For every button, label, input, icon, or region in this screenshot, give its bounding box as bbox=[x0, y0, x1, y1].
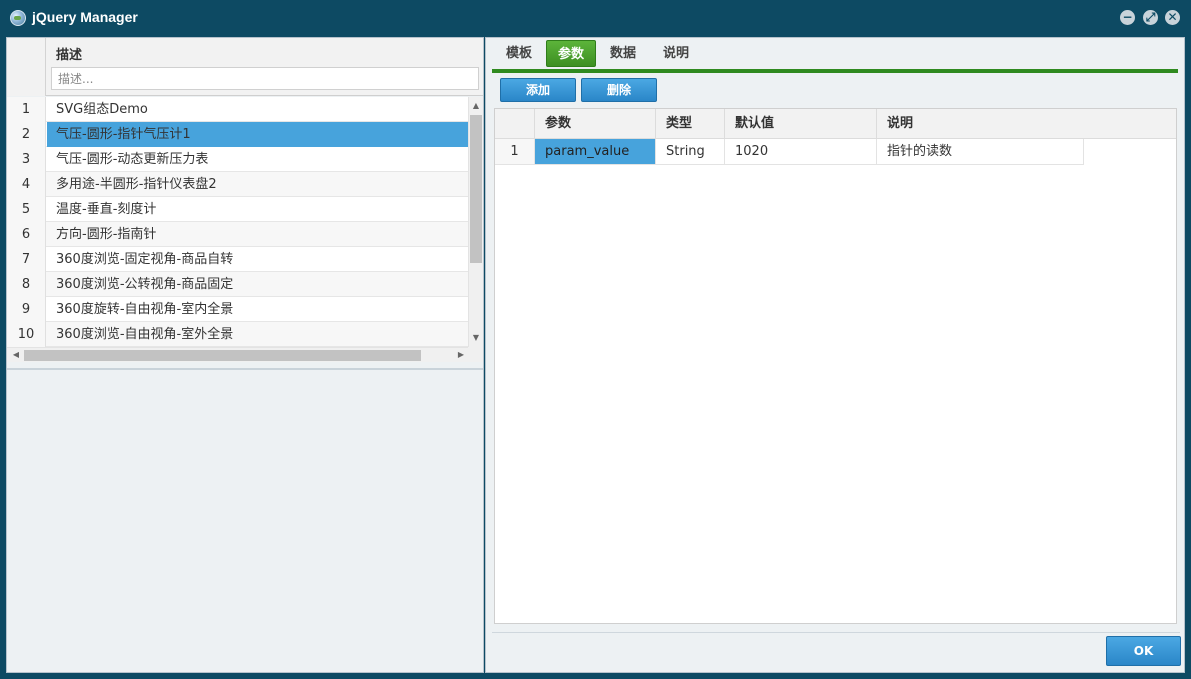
row-description: 方向-圆形-指南针 bbox=[56, 227, 157, 242]
maximize-button[interactable]: ⤢ bbox=[1143, 10, 1158, 25]
row-number-header bbox=[495, 109, 535, 139]
tab-template[interactable]: 模板 bbox=[499, 40, 539, 67]
close-button[interactable]: ✕ bbox=[1165, 10, 1180, 25]
row-number: 5 bbox=[7, 197, 46, 222]
row-description: 气压-圆形-指针气压计1 bbox=[47, 122, 468, 147]
list-item[interactable]: 1 SVG组态Demo bbox=[7, 97, 468, 122]
table-row[interactable]: 1 param_value String 1020 指针的读数 bbox=[495, 139, 1084, 165]
cell-type[interactable]: String bbox=[656, 139, 725, 164]
ok-button[interactable]: OK bbox=[1106, 636, 1181, 666]
horizontal-scrollbar[interactable]: ◀ ▶ bbox=[7, 347, 468, 362]
cell-desc[interactable]: 指针的读数 bbox=[877, 139, 1084, 164]
row-number: 7 bbox=[7, 247, 46, 272]
row-description: SVG组态Demo bbox=[56, 102, 148, 117]
scroll-down-arrow-icon[interactable]: ▼ bbox=[469, 331, 483, 345]
list-item[interactable]: 3 气压-圆形-动态更新压力表 bbox=[7, 147, 468, 172]
row-number: 10 bbox=[7, 322, 46, 347]
scrollbar-corner bbox=[468, 347, 483, 362]
list-item[interactable]: 7 360度浏览-固定视角-商品自转 bbox=[7, 247, 468, 272]
column-header-type[interactable]: 类型 bbox=[656, 109, 725, 139]
row-number: 1 bbox=[495, 139, 535, 164]
row-number: 4 bbox=[7, 172, 46, 197]
row-description: 多用途-半圆形-指针仪表盘2 bbox=[56, 177, 217, 192]
list-divider bbox=[7, 368, 483, 370]
list-grid-header: 描述 bbox=[7, 38, 483, 96]
jquery-manager-window: jQuery Manager − ⤢ ✕ 描述 1 SVG组态Demo 2 气压… bbox=[0, 0, 1191, 679]
row-description: 360度浏览-公转视角-商品固定 bbox=[56, 277, 234, 292]
tab-strip-underline bbox=[492, 69, 1178, 73]
column-header-desc[interactable]: 说明 bbox=[877, 109, 1083, 139]
horizontal-scroll-thumb[interactable] bbox=[24, 350, 421, 361]
column-header-param[interactable]: 参数 bbox=[535, 109, 656, 139]
scroll-left-arrow-icon[interactable]: ◀ bbox=[9, 348, 23, 362]
list-item[interactable]: 6 方向-圆形-指南针 bbox=[7, 222, 468, 247]
column-header-description[interactable]: 描述 bbox=[56, 44, 82, 63]
template-list: 1 SVG组态Demo 2 气压-圆形-指针气压计1 3 气压-圆形-动态更新压… bbox=[7, 97, 468, 347]
cell-param[interactable]: param_value bbox=[535, 139, 656, 164]
row-number: 1 bbox=[7, 97, 46, 122]
details-panel: 模板 参数 数据 说明 添加 删除 参数 类型 默认值 说明 1 param_v… bbox=[485, 37, 1185, 673]
list-item[interactable]: 4 多用途-半圆形-指针仪表盘2 bbox=[7, 172, 468, 197]
vertical-scrollbar[interactable]: ▲ ▼ bbox=[468, 97, 483, 347]
vertical-scroll-thumb[interactable] bbox=[470, 115, 482, 263]
row-description: 360度浏览-固定视角-商品自转 bbox=[56, 252, 234, 267]
row-number: 3 bbox=[7, 147, 46, 172]
params-table-header: 参数 类型 默认值 说明 bbox=[495, 109, 1176, 139]
list-item[interactable]: 10 360度浏览-自由视角-室外全景 bbox=[7, 322, 468, 347]
row-number: 8 bbox=[7, 272, 46, 297]
footer-divider bbox=[492, 632, 1180, 633]
list-item[interactable]: 5 温度-垂直-刻度计 bbox=[7, 197, 468, 222]
description-filter-input[interactable] bbox=[51, 67, 479, 90]
tab-data[interactable]: 数据 bbox=[603, 40, 643, 67]
template-list-panel: 描述 1 SVG组态Demo 2 气压-圆形-指针气压计1 3 气压-圆形-动态… bbox=[6, 37, 484, 673]
column-header-default[interactable]: 默认值 bbox=[725, 109, 877, 139]
row-description: 360度旋转-自由视角-室内全景 bbox=[56, 302, 234, 317]
scroll-right-arrow-icon[interactable]: ▶ bbox=[454, 348, 468, 362]
list-item[interactable]: 8 360度浏览-公转视角-商品固定 bbox=[7, 272, 468, 297]
row-number: 9 bbox=[7, 297, 46, 322]
list-item[interactable]: 9 360度旋转-自由视角-室内全景 bbox=[7, 297, 468, 322]
scroll-up-arrow-icon[interactable]: ▲ bbox=[469, 99, 483, 113]
params-table: 参数 类型 默认值 说明 1 param_value String 1020 指… bbox=[494, 108, 1177, 624]
row-number-header bbox=[7, 38, 46, 96]
title-bar: jQuery Manager − ⤢ ✕ bbox=[0, 0, 1191, 36]
add-button[interactable]: 添加 bbox=[500, 78, 576, 102]
list-item-selected[interactable]: 2 气压-圆形-指针气压计1 bbox=[7, 122, 468, 147]
row-description: 温度-垂直-刻度计 bbox=[56, 202, 157, 217]
delete-button[interactable]: 删除 bbox=[581, 78, 657, 102]
row-number: 2 bbox=[7, 122, 46, 147]
row-description: 360度浏览-自由视角-室外全景 bbox=[56, 327, 234, 342]
tab-description[interactable]: 说明 bbox=[656, 40, 696, 67]
row-number: 6 bbox=[7, 222, 46, 247]
globe-icon bbox=[10, 10, 26, 26]
window-title: jQuery Manager bbox=[32, 9, 138, 25]
minimize-button[interactable]: − bbox=[1120, 10, 1135, 25]
cell-default[interactable]: 1020 bbox=[725, 139, 877, 164]
row-description: 气压-圆形-动态更新压力表 bbox=[56, 152, 209, 167]
tab-params[interactable]: 参数 bbox=[546, 40, 596, 67]
